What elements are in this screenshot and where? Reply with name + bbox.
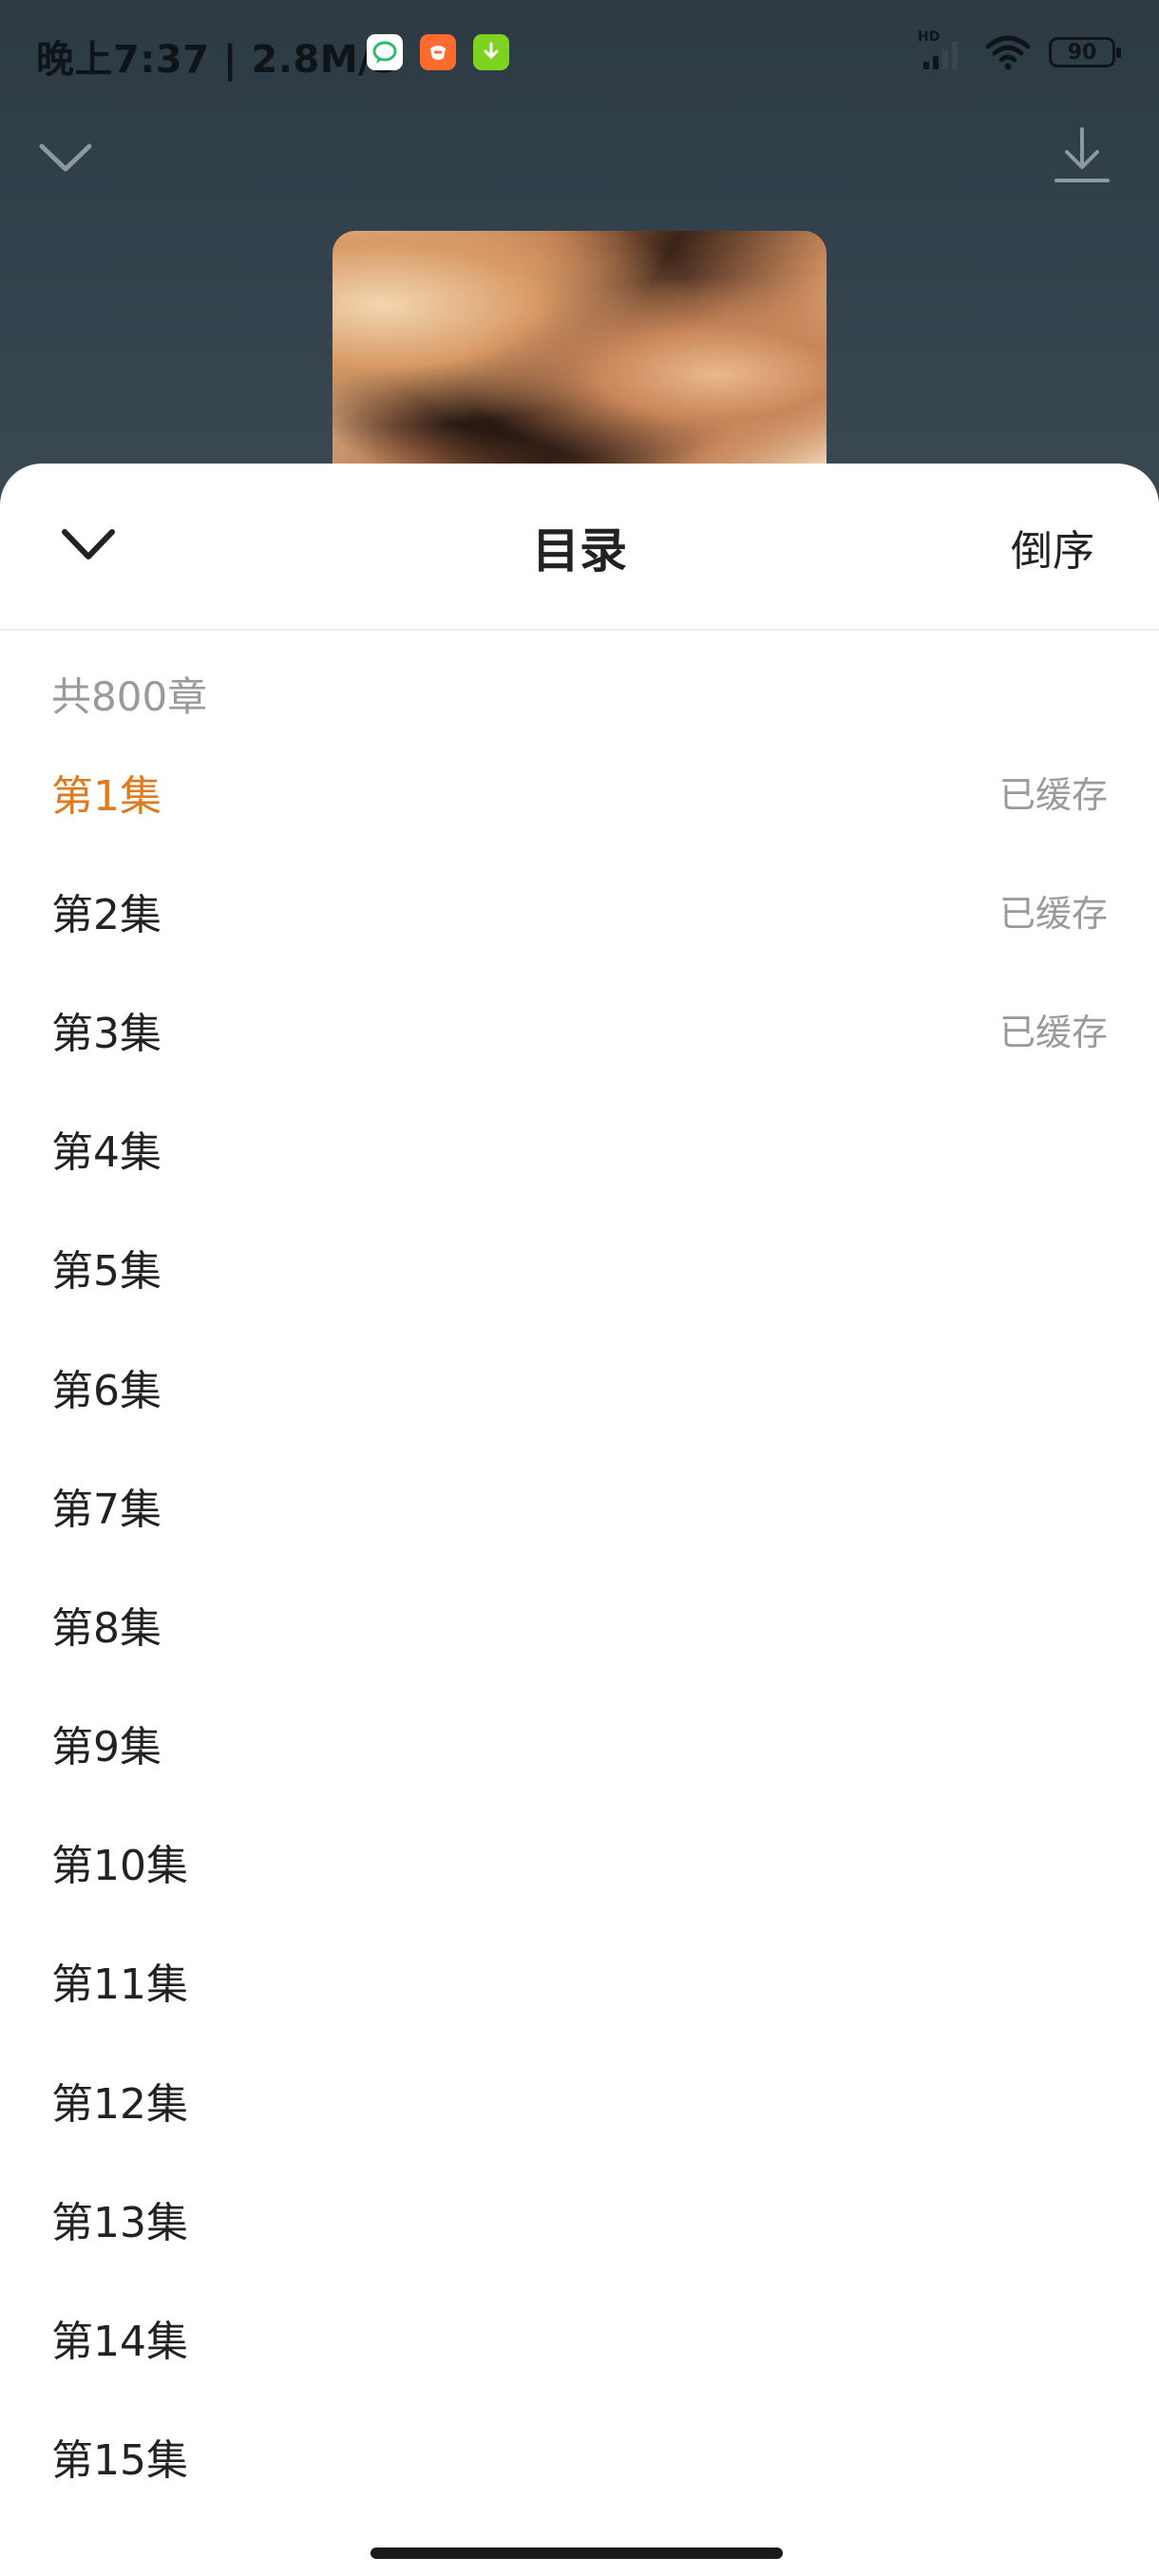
orange-app-icon <box>420 34 456 70</box>
chapter-title: 第14集 <box>51 2318 188 2367</box>
signal-icon: HD <box>918 29 967 71</box>
chapter-item[interactable]: 第4集 <box>0 1089 1159 1208</box>
cached-status: 已缓存 <box>998 1012 1108 1054</box>
chapter-item[interactable]: 第15集 <box>0 2397 1159 2516</box>
status-bar: 晚上7:37 | 2.8M/s HD 90 <box>0 0 1159 104</box>
chapter-item[interactable]: 第1集 已缓存 <box>0 732 1159 851</box>
reverse-order-button[interactable]: 倒序 <box>1011 517 1094 578</box>
chapter-item[interactable]: 第7集 <box>0 1446 1159 1564</box>
wifi-icon <box>985 35 1031 70</box>
hd-label: HD <box>918 29 940 45</box>
chapter-title: 第13集 <box>51 2198 188 2247</box>
chapter-item[interactable]: 第14集 <box>0 2278 1159 2396</box>
status-indicators: HD 90 <box>918 29 1121 74</box>
cover-image <box>332 231 826 478</box>
chapter-title: 第10集 <box>51 1842 188 1891</box>
collapse-chevron-icon[interactable] <box>36 133 95 180</box>
sheet-title: 目录 <box>532 523 627 578</box>
chapter-item[interactable]: 第5集 <box>0 1208 1159 1327</box>
status-time: 晚上7:37 | 2.8M/s <box>36 38 396 82</box>
chapter-title: 第4集 <box>51 1128 162 1178</box>
chat-bubble-icon <box>367 34 403 70</box>
chapter-item[interactable]: 第12集 <box>0 2040 1159 2159</box>
chapter-item[interactable]: 第6集 <box>0 1327 1159 1446</box>
chapter-title: 第8集 <box>51 1603 162 1653</box>
chapter-title: 第6集 <box>51 1366 162 1415</box>
cached-status: 已缓存 <box>998 774 1108 817</box>
battery-icon: 90 <box>1049 37 1121 67</box>
status-app-icons <box>367 34 509 72</box>
chapter-item[interactable]: 第9集 <box>0 1684 1159 1803</box>
chapter-list: 第1集 已缓存 第2集 已缓存 第3集 已缓存 第4集 第5集 第6集 第7集 第8集 第9集 第10集… <box>0 732 1159 2516</box>
chapter-title: 第1集 <box>51 771 162 821</box>
download-icon[interactable] <box>1053 123 1112 188</box>
chapter-title: 第3集 <box>51 1009 162 1058</box>
chapter-item[interactable]: 第10集 <box>0 1803 1159 1922</box>
chapter-item[interactable]: 第13集 <box>0 2159 1159 2278</box>
chapter-item[interactable]: 第2集 已缓存 <box>0 851 1159 970</box>
chapter-title: 第12集 <box>51 2079 188 2129</box>
green-download-icon <box>473 34 509 70</box>
home-indicator[interactable] <box>370 2548 783 2559</box>
cached-status: 已缓存 <box>998 893 1108 936</box>
chapter-item[interactable]: 第8集 <box>0 1564 1159 1683</box>
chapter-title: 第2集 <box>51 890 162 939</box>
chapter-title: 第5集 <box>51 1247 162 1297</box>
chapter-title: 第9集 <box>51 1723 162 1772</box>
chapter-title: 第15集 <box>51 2436 188 2486</box>
chapter-count: 共800章 <box>51 673 208 720</box>
chapter-title: 第7集 <box>51 1485 162 1534</box>
chapter-title: 第11集 <box>51 1960 188 2010</box>
sheet-header: 目录 倒序 <box>0 464 1159 631</box>
chapter-item[interactable]: 第11集 <box>0 1922 1159 2040</box>
chapter-item[interactable]: 第3集 已缓存 <box>0 970 1159 1089</box>
